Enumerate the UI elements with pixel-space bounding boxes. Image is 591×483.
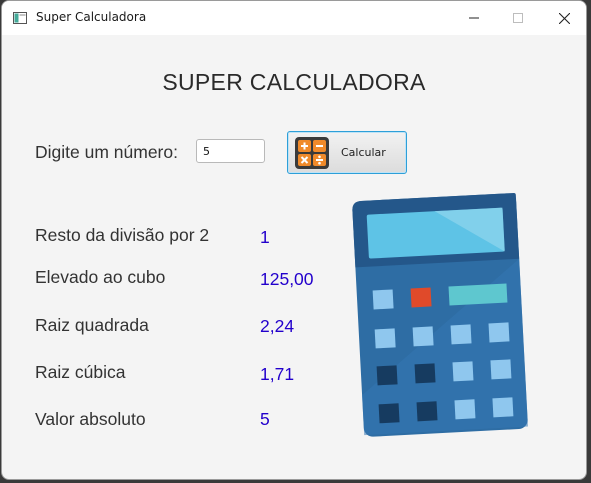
calculate-button-label: Calcular	[341, 146, 386, 159]
result-value-remainder: 1	[260, 227, 270, 247]
maximize-button[interactable]	[496, 1, 540, 35]
number-input[interactable]	[196, 139, 265, 163]
maximize-icon	[513, 13, 523, 23]
calculator-icon	[352, 192, 528, 437]
close-icon	[558, 12, 570, 24]
result-value-cube: 125,00	[260, 269, 314, 289]
result-label-cube-root: Raiz cúbica	[35, 362, 126, 382]
result-label-cube: Elevado ao cubo	[35, 267, 166, 287]
page-title: SUPER CALCULADORA	[162, 69, 426, 95]
result-label-absolute-value: Valor absoluto	[35, 409, 146, 429]
title-bar[interactable]: Super Calculadora	[2, 1, 586, 35]
close-button[interactable]	[542, 1, 586, 35]
result-label-square-root: Raiz quadrada	[35, 315, 149, 335]
result-value-cube-root: 1,71	[260, 364, 295, 384]
calculate-button[interactable]: Calcular	[287, 131, 407, 174]
result-label-remainder: Resto da divisão por 2	[35, 225, 210, 245]
number-input-label: Digite um número:	[35, 142, 178, 162]
result-value-absolute-value: 5	[260, 409, 270, 429]
minimize-icon	[469, 17, 479, 19]
minimize-button[interactable]	[452, 1, 496, 35]
result-value-square-root: 2,24	[260, 316, 295, 336]
window-title: Super Calculadora	[36, 10, 147, 24]
calculator-operators-icon	[295, 137, 329, 169]
app-window-icon	[13, 12, 27, 24]
app-window: Super Calculadora SUPER CALCULADORA Digi…	[1, 0, 587, 480]
